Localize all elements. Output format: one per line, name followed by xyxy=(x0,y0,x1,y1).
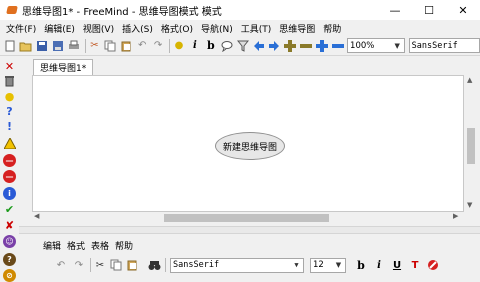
open-folder-icon[interactable] xyxy=(19,39,33,53)
trash-icon[interactable] xyxy=(3,74,16,87)
note-copy-icon[interactable] xyxy=(109,258,123,272)
menu-edit[interactable]: 编辑(E) xyxy=(40,22,79,35)
info-icon[interactable]: i xyxy=(3,187,16,200)
mindmap-canvas[interactable]: 新建思维导图 xyxy=(32,75,464,212)
important-icon[interactable]: ! xyxy=(3,120,16,133)
maximize-button[interactable]: ☐ xyxy=(412,0,446,20)
vertical-scrollbar[interactable]: ▲ ▼ xyxy=(464,75,478,212)
menu-insert[interactable]: 插入(S) xyxy=(118,22,157,35)
note-font-size-select[interactable]: 12 ▼ xyxy=(310,257,346,273)
italic-button[interactable]: i xyxy=(188,39,202,53)
root-node[interactable]: 新建思维导图 xyxy=(215,132,285,160)
note-undo-icon[interactable]: ↶ xyxy=(54,258,68,272)
note-splitter[interactable] xyxy=(19,226,480,234)
title-bar: 思维导图1* - FreeMind - 思维导图模式 模式 — ☐ ✕ xyxy=(0,0,480,20)
tab-mindmap-1[interactable]: 思维导图1* xyxy=(33,59,94,75)
toolbar-separator xyxy=(165,258,166,272)
window-title: 思维导图1* - FreeMind - 思维导图模式 模式 xyxy=(22,6,222,18)
note-paste-icon[interactable] xyxy=(125,258,139,272)
question-icon[interactable]: ? xyxy=(3,105,16,118)
note-menu-format[interactable]: 格式 xyxy=(64,239,88,252)
bold-button[interactable]: b xyxy=(204,39,218,53)
note-menu-help[interactable]: 帮助 xyxy=(112,239,136,252)
zoom-value: 100% xyxy=(350,40,375,51)
main-toolbar: ✂ ↶ ↷ ● i b 100% ▼ SansSerif xyxy=(0,36,480,56)
zoom-select[interactable]: 100% ▼ xyxy=(347,38,405,53)
note-editor-menubar: 编辑 格式 表格 帮助 xyxy=(40,238,136,252)
note-menu-edit[interactable]: 编辑 xyxy=(40,239,64,252)
note-redo-icon[interactable]: ↷ xyxy=(72,258,86,272)
zoom-in-icon[interactable] xyxy=(315,39,329,53)
filter-icon[interactable] xyxy=(236,39,250,53)
new-map-icon[interactable] xyxy=(3,39,17,53)
note-font-size-value: 12 xyxy=(313,260,324,270)
idea-bulb-icon[interactable]: ● xyxy=(172,39,186,53)
cross-icon[interactable]: ✘ xyxy=(3,219,16,232)
toolbar-separator xyxy=(84,38,86,53)
arrow-right-icon[interactable] xyxy=(268,39,282,53)
save-icon[interactable] xyxy=(35,39,49,53)
scroll-down-icon[interactable]: ▼ xyxy=(467,201,472,209)
vertical-scroll-thumb[interactable] xyxy=(467,128,475,164)
scroll-up-icon[interactable]: ▲ xyxy=(467,76,472,84)
horizontal-scrollbar[interactable]: ◀ ▶ xyxy=(32,212,464,224)
copy-icon[interactable] xyxy=(103,39,117,53)
stop-icon[interactable]: — xyxy=(3,154,16,167)
note-italic-button[interactable]: i xyxy=(372,258,386,272)
idea-icon[interactable]: ● xyxy=(3,90,16,103)
note-clear-format-icon[interactable] xyxy=(426,258,440,272)
horizontal-scroll-thumb[interactable] xyxy=(164,214,329,222)
help-circle-icon[interactable]: ? xyxy=(3,253,16,266)
menu-bar: 文件(F) 编辑(E) 视图(V) 插入(S) 格式(O) 导航(N) 工具(T… xyxy=(0,20,480,36)
menu-help[interactable]: 帮助 xyxy=(319,22,345,35)
save-as-icon[interactable] xyxy=(51,39,65,53)
toolbar-separator xyxy=(169,38,171,53)
undo-icon[interactable]: ↶ xyxy=(135,39,149,53)
close-button[interactable]: ✕ xyxy=(446,0,480,20)
note-font-value: SansSerif xyxy=(173,260,220,270)
note-editor-toolbar: ↶ ↷ ✂ SansSerif ▼ 12 ▼ b i U T xyxy=(40,255,470,275)
toolbar-separator xyxy=(90,258,91,272)
freemind-logo-icon xyxy=(6,4,18,16)
menu-tools[interactable]: 工具(T) xyxy=(237,22,276,35)
chevron-down-icon: ▼ xyxy=(335,261,342,269)
cut-icon[interactable]: ✂ xyxy=(88,39,102,53)
scroll-left-icon[interactable]: ◀ xyxy=(34,212,39,220)
note-cut-icon[interactable]: ✂ xyxy=(93,258,107,272)
remove-last-icon[interactable]: ✕ xyxy=(3,60,16,73)
note-text-color-button[interactable]: T xyxy=(408,258,422,272)
font-value: SansSerif xyxy=(411,40,458,51)
no-entry-icon[interactable]: — xyxy=(3,170,16,183)
redo-icon[interactable]: ↷ xyxy=(151,39,165,53)
tab-strip: 思维导图1* xyxy=(19,57,480,75)
check-icon[interactable]: ✔ xyxy=(3,203,16,216)
warning-icon[interactable] xyxy=(3,137,16,150)
note-underline-button[interactable]: U xyxy=(390,258,404,272)
minimize-button[interactable]: — xyxy=(378,0,412,20)
menu-format[interactable]: 格式(O) xyxy=(157,22,197,35)
arrow-left-icon[interactable] xyxy=(252,39,266,53)
menu-navigate[interactable]: 导航(N) xyxy=(197,22,237,35)
menu-file[interactable]: 文件(F) xyxy=(2,22,40,35)
menu-mindmaps[interactable]: 思维导图 xyxy=(275,22,319,35)
note-font-select[interactable]: SansSerif ▼ xyxy=(170,257,304,273)
scroll-right-icon[interactable]: ▶ xyxy=(453,212,458,220)
add-node-plus-icon[interactable] xyxy=(283,39,297,53)
zoom-out-icon[interactable] xyxy=(331,39,345,53)
find-binoculars-icon[interactable] xyxy=(147,258,161,272)
print-icon[interactable] xyxy=(67,39,81,53)
note-balloon-icon[interactable] xyxy=(220,39,234,53)
chevron-down-icon: ▼ xyxy=(394,41,400,50)
font-select[interactable]: SansSerif xyxy=(408,38,480,53)
note-menu-table[interactable]: 表格 xyxy=(88,239,112,252)
emoticon-icon[interactable]: ☺ xyxy=(3,235,16,248)
remove-node-minus-icon[interactable] xyxy=(299,39,313,53)
paste-icon[interactable] xyxy=(119,39,133,53)
menu-view[interactable]: 视图(V) xyxy=(79,22,118,35)
chevron-down-icon: ▼ xyxy=(294,261,299,269)
icon-sidebar: ✕ ● ? ! — — i ✔ ✘ ☺ ? ⊘ xyxy=(0,57,19,282)
note-bold-button[interactable]: b xyxy=(354,258,368,272)
